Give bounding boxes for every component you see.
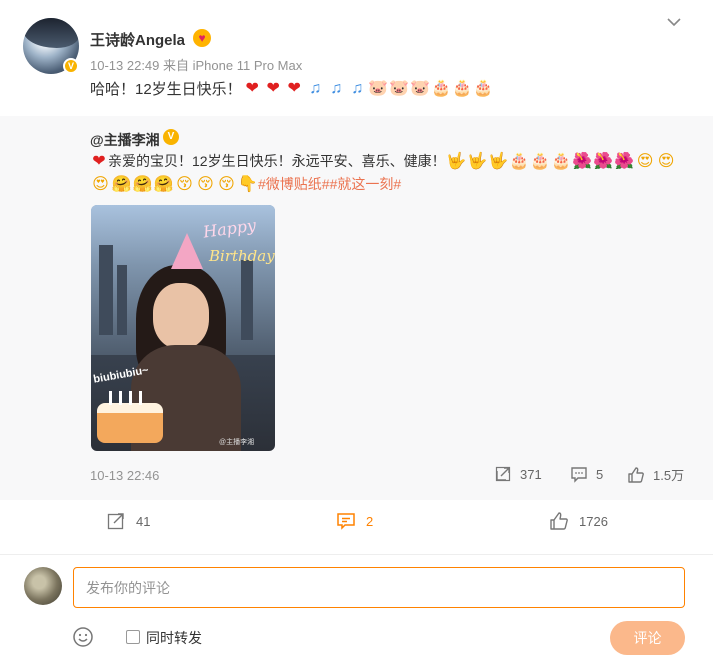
candle-icon <box>129 391 132 405</box>
candle-icon <box>119 391 122 405</box>
heart-eyes-emoji-icon: 😍 <box>657 152 675 170</box>
cake-emoji-icon: 🎂 <box>530 152 551 170</box>
cake-emoji-icon: 🎂 <box>473 79 494 97</box>
repost-count: 41 <box>136 513 151 529</box>
author-name[interactable]: 王诗龄Angela <box>90 29 185 50</box>
kiss-emoji-icon: 😚 <box>197 175 214 193</box>
cake-sticker-icon <box>97 403 163 443</box>
repost-timestamp[interactable]: 10-13 22:46 <box>90 468 159 483</box>
repost-icon <box>495 466 511 482</box>
photo-building <box>99 245 113 335</box>
repost-author[interactable]: @主播李湘 <box>90 130 160 150</box>
current-user-avatar <box>24 567 62 605</box>
party-hat-sticker-icon <box>171 233 203 269</box>
chevron-down-icon[interactable] <box>666 14 682 30</box>
flower-emoji-icon: 🌺 <box>614 152 635 170</box>
comment-icon <box>571 467 587 483</box>
heart-eyes-emoji-icon: 😍 <box>636 152 654 170</box>
heart-emoji-icon: ❤ <box>92 152 106 170</box>
photo-subject-face <box>153 283 209 349</box>
comment-count: 2 <box>366 513 374 529</box>
cake-emoji-icon: 🎂 <box>452 79 473 97</box>
divider <box>0 554 713 555</box>
photo-building <box>117 265 127 335</box>
repost-text-body: 亲爱的宝贝！12岁生日快乐！永远平安、喜乐、健康！ <box>108 153 446 169</box>
reposted-card: @主播李湘 V ❤ 亲爱的宝贝！12岁生日快乐！永远平安、喜乐、健康！ 🤟 🤟 … <box>0 116 713 500</box>
also-repost-label[interactable]: 同时转发 <box>146 628 202 648</box>
flower-emoji-icon: 🌺 <box>593 152 614 170</box>
vip-heart-icon: ♥ <box>193 29 211 47</box>
repost-button[interactable]: 41 <box>106 511 150 531</box>
repost-icon <box>107 513 124 530</box>
repost-comment-stat[interactable]: 5 <box>570 465 603 483</box>
thumbs-up-icon <box>628 466 644 483</box>
like-count: 1726 <box>579 513 608 529</box>
also-repost-checkbox[interactable] <box>126 630 140 644</box>
comment-input[interactable] <box>73 567 685 608</box>
comment-button[interactable]: 2 <box>336 511 373 531</box>
music-note-emoji-icon: ♫ <box>309 79 322 97</box>
hug-emoji-icon: 🤗 <box>153 175 174 193</box>
cake-emoji-icon: 🎂 <box>551 152 572 170</box>
photo-watermark: @主播李湘 <box>219 439 255 446</box>
candle-icon <box>139 391 142 405</box>
photo-building <box>241 260 253 340</box>
verified-badge-icon: V <box>63 58 79 74</box>
topic-link[interactable]: #微博贴纸##就这一刻# <box>258 174 401 194</box>
emoji-picker-icon[interactable] <box>72 626 94 648</box>
flower-emoji-icon: 🌺 <box>572 152 593 170</box>
heart-emoji-icon: ❤ <box>287 79 301 97</box>
repost-like-stat[interactable]: 1.5万 <box>627 465 684 484</box>
music-note-emoji-icon: ♫ <box>330 79 343 97</box>
repost-text-line2: 😍 🤗 🤗 🤗 😚 😚 😚 👇 #微博贴纸##就这一刻# <box>90 173 401 195</box>
repost-comment-count: 5 <box>596 466 604 482</box>
heart-emoji-icon: ❤ <box>266 79 280 97</box>
rock-hand-emoji-icon: 🤟 <box>467 152 488 170</box>
repost-like-count: 1.5万 <box>653 468 685 483</box>
repost-text-line1: ❤ 亲爱的宝贝！12岁生日快乐！永远平安、喜乐、健康！ 🤟 🤟 🤟 🎂 🎂 🎂 … <box>90 150 677 172</box>
repost-photo[interactable]: Happy Birthday biubiubiu~ @主播李湘 <box>91 205 275 451</box>
kiss-emoji-icon: 😚 <box>176 175 193 193</box>
post-meta: 10-13 22:49 来自 iPhone 11 Pro Max <box>90 58 303 73</box>
candle-icon <box>109 391 112 405</box>
repost-repost-stat[interactable]: 371 <box>494 465 542 483</box>
thumbs-up-icon <box>550 512 568 530</box>
pointing-down-emoji-icon: 👇 <box>237 175 258 193</box>
repost-repost-count: 371 <box>520 466 542 482</box>
rock-hand-emoji-icon: 🤟 <box>446 152 467 170</box>
hug-emoji-icon: 🤗 <box>111 175 132 193</box>
pig-emoji-icon: 🐷 <box>368 79 389 97</box>
rock-hand-emoji-icon: 🤟 <box>488 152 509 170</box>
pig-emoji-icon: 🐷 <box>389 79 410 97</box>
pig-emoji-icon: 🐷 <box>410 79 431 97</box>
cake-emoji-icon: 🎂 <box>509 152 530 170</box>
music-note-emoji-icon: ♫ <box>351 79 364 97</box>
comment-icon <box>337 513 355 530</box>
birthday-sticker-text: Birthday <box>209 247 275 265</box>
kiss-emoji-icon: 😚 <box>218 175 235 193</box>
post-text-body: 哈哈！12岁生日快乐！ <box>90 80 242 98</box>
hug-emoji-icon: 🤗 <box>132 175 153 193</box>
heart-emoji-icon: ❤ <box>245 79 259 97</box>
heart-eyes-emoji-icon: 😍 <box>92 175 109 193</box>
like-button[interactable]: 1726 <box>549 511 608 531</box>
cake-emoji-icon: 🎂 <box>431 79 452 97</box>
verified-badge-icon: V <box>163 129 179 145</box>
post-text: 哈哈！12岁生日快乐！ ❤ ❤ ❤ ♫ ♫ ♫ 🐷 🐷 🐷 🎂 🎂 🎂 <box>90 78 494 98</box>
submit-comment-button[interactable]: 评论 <box>610 621 685 655</box>
